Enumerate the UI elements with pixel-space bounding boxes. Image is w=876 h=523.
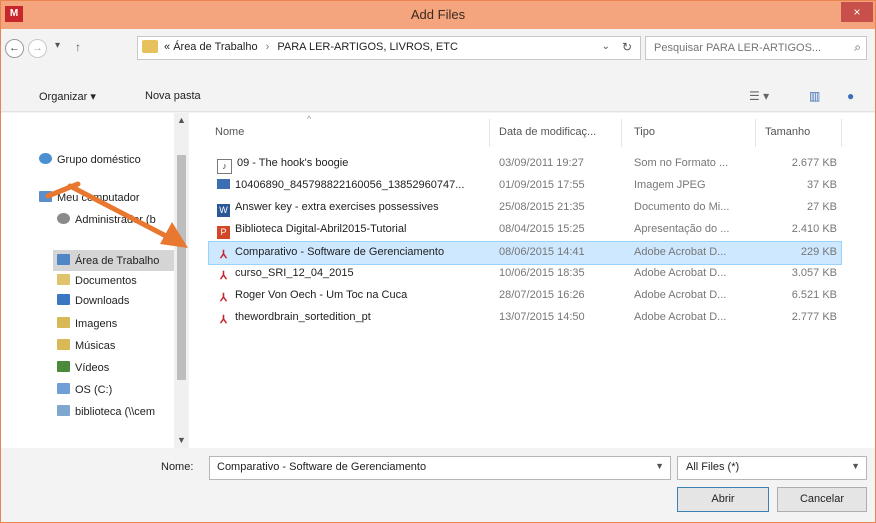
- column-header-type[interactable]: Tipo: [634, 126, 655, 138]
- breadcrumb-item-desktop[interactable]: Área de Trabalho: [173, 41, 257, 53]
- title-bar[interactable]: M Add Files ×: [1, 1, 875, 29]
- sort-indicator-icon: ^: [307, 114, 312, 124]
- pictures-folder-icon: [57, 317, 70, 328]
- dialog-title: Add Files: [410, 7, 466, 22]
- open-button[interactable]: Abrir: [677, 487, 769, 512]
- column-header-date[interactable]: Data de modificaç...: [499, 126, 596, 138]
- refresh-icon[interactable]: ↻: [622, 40, 632, 54]
- nav-scrollbar-thumb[interactable]: [177, 155, 186, 380]
- scroll-down-icon[interactable]: ▼: [177, 435, 186, 445]
- computer-icon: [39, 191, 52, 202]
- recent-locations-chevron-icon[interactable]: ▾: [55, 40, 60, 51]
- file-type-filter[interactable]: All Files (*) ▼: [677, 456, 867, 480]
- file-row[interactable]: ♪ 09 - The hook's boogie 03/09/2011 19:27…: [209, 153, 841, 175]
- add-files-dialog: M Add Files × ← → ▾ ↑ « Área de Trabalho…: [0, 0, 876, 523]
- breadcrumb-overflow[interactable]: «: [164, 41, 170, 53]
- file-row[interactable]: W Answer key - extra exercises possessive…: [209, 197, 841, 219]
- nav-item-network-library[interactable]: biblioteca (\\cem: [57, 405, 155, 418]
- filename-label: Nome:: [161, 461, 194, 473]
- user-folder-icon: [57, 213, 70, 224]
- help-icon[interactable]: ●: [847, 89, 854, 103]
- file-row[interactable]: ⅄ curso_SRI_12_04_2015 10/06/2015 18:35 A…: [209, 263, 841, 285]
- search-box[interactable]: ⌕: [645, 36, 867, 60]
- videos-folder-icon: [57, 361, 70, 372]
- file-row[interactable]: ⅄ Roger Von Oech - Um Toc na Cuca 28/07/2…: [209, 285, 841, 307]
- address-bar[interactable]: « Área de Trabalho › PARA LER-ARTIGOS, L…: [137, 36, 641, 60]
- organize-button[interactable]: Organizar ▾: [39, 90, 96, 103]
- network-drive-icon: [57, 405, 70, 416]
- filename-input[interactable]: [215, 460, 639, 474]
- pdf-file-icon: ⅄: [220, 292, 227, 304]
- jpeg-file-icon: [217, 179, 230, 189]
- nav-item-downloads[interactable]: Downloads: [57, 294, 129, 307]
- nav-item-os-drive[interactable]: OS (C:): [57, 383, 112, 396]
- column-divider[interactable]: [489, 119, 490, 147]
- search-input[interactable]: [652, 40, 846, 56]
- file-row[interactable]: P Biblioteca Digital-Abril2015-Tutorial 0…: [209, 219, 841, 241]
- nav-item-desktop[interactable]: Área de Trabalho: [57, 254, 159, 267]
- column-header-size[interactable]: Tamanho: [765, 126, 810, 138]
- column-divider[interactable]: [841, 119, 842, 147]
- folder-icon: [142, 40, 158, 53]
- pdf-file-icon: ⅄: [220, 270, 227, 282]
- powerpoint-file-icon: P: [217, 226, 230, 239]
- nav-item-pictures[interactable]: Imagens: [57, 317, 117, 330]
- pdf-file-icon: ⅄: [220, 249, 227, 261]
- chevron-down-icon[interactable]: ▼: [655, 461, 664, 471]
- cancel-button[interactable]: Cancelar: [777, 487, 867, 512]
- column-divider[interactable]: [621, 119, 622, 147]
- forward-button[interactable]: →: [28, 39, 47, 58]
- pdf-file-icon: ⅄: [220, 314, 227, 326]
- navigation-pane: Grupo doméstico Meu computador Administr…: [1, 113, 188, 448]
- filename-combobox[interactable]: ▼: [209, 456, 671, 480]
- music-folder-icon: [57, 339, 70, 350]
- downloads-folder-icon: [57, 294, 70, 305]
- up-button[interactable]: ↑: [75, 40, 81, 54]
- address-dropdown-icon[interactable]: ⌄: [602, 41, 610, 52]
- new-folder-button[interactable]: Nova pasta: [145, 90, 201, 102]
- audio-file-icon: ♪: [217, 159, 232, 174]
- homegroup-icon: [39, 153, 52, 164]
- file-list: Nome ^ Data de modificaç... Tipo Tamanho…: [189, 113, 875, 448]
- breadcrumb-separator-icon: ›: [265, 41, 270, 53]
- nav-item-documents[interactable]: Documentos: [57, 274, 137, 287]
- scroll-up-icon[interactable]: ▲: [177, 115, 186, 125]
- word-file-icon: W: [217, 204, 230, 217]
- desktop-folder-icon: [57, 254, 70, 265]
- search-icon[interactable]: ⌕: [854, 40, 861, 55]
- nav-item-videos[interactable]: Vídeos: [57, 361, 109, 374]
- dialog-footer: Nome: ▼ All Files (*) ▼ Abrir Cancelar: [1, 448, 875, 522]
- view-options-icon[interactable]: ☰ ▾: [749, 89, 769, 103]
- column-divider[interactable]: [755, 119, 756, 147]
- column-header-name[interactable]: Nome: [215, 126, 244, 138]
- file-row-selected[interactable]: ⅄ Comparativo - Software de Gerenciamento…: [208, 241, 842, 265]
- file-row[interactable]: 10406890_845798822160056_13852960747... …: [209, 175, 841, 197]
- preview-pane-icon[interactable]: ▥: [809, 89, 820, 103]
- chevron-down-icon[interactable]: ▼: [851, 461, 860, 471]
- nav-scrollbar[interactable]: ▲ ▼: [174, 113, 188, 448]
- address-row: ← → ▾ ↑ « Área de Trabalho › PARA LER-AR…: [1, 29, 875, 63]
- file-type-filter-value: All Files (*): [686, 461, 740, 473]
- breadcrumb: « Área de Trabalho › PARA LER-ARTIGOS, L…: [164, 41, 458, 53]
- command-toolbar: Organizar ▾ Nova pasta ☰ ▾ ▥ ●: [1, 83, 875, 112]
- nav-item-homegroup[interactable]: Grupo doméstico: [39, 153, 141, 166]
- file-row[interactable]: ⅄ thewordbrain_sortedition_pt 13/07/2015 …: [209, 307, 841, 329]
- nav-item-music[interactable]: Músicas: [57, 339, 115, 352]
- back-button[interactable]: ←: [5, 39, 24, 58]
- nav-item-my-computer[interactable]: Meu computador: [39, 191, 140, 204]
- documents-folder-icon: [57, 274, 70, 285]
- drive-icon: [57, 383, 70, 394]
- nav-item-administrator[interactable]: Administrador (b: [57, 213, 156, 226]
- breadcrumb-item-current-folder[interactable]: PARA LER-ARTIGOS, LIVROS, ETC: [277, 41, 458, 53]
- close-button[interactable]: ×: [841, 2, 873, 22]
